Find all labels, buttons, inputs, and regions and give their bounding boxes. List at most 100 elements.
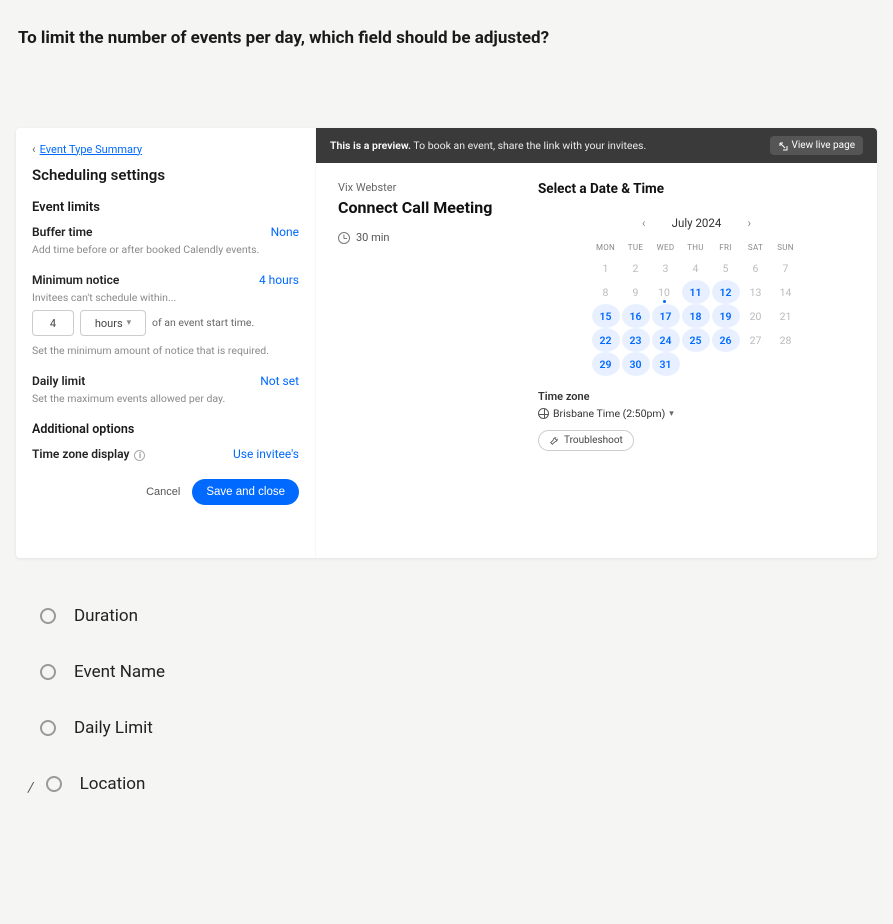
minimum-notice-label: Minimum notice <box>32 273 119 287</box>
radio-icon[interactable] <box>40 664 56 680</box>
dow-cell: SAT <box>742 243 770 252</box>
calendar-day[interactable]: 17 <box>652 304 680 328</box>
notice-after-text: of an event start time. <box>152 317 254 330</box>
cancel-button[interactable]: Cancel <box>146 486 180 498</box>
preview-message: This is a preview. To book an event, sha… <box>330 139 646 152</box>
timezone-display-row[interactable]: Time zone display i Use invitee's <box>32 447 299 461</box>
prev-month-button[interactable]: ‹ <box>634 213 654 233</box>
view-live-button[interactable]: View live page <box>770 136 864 155</box>
chevron-down-icon: ▾ <box>127 318 132 328</box>
calendar-day[interactable]: 30 <box>622 352 650 376</box>
day-of-week-header: MONTUEWEDTHUFRISATSUN <box>592 243 802 252</box>
troubleshoot-button[interactable]: Troubleshoot <box>538 430 634 451</box>
date-panel: Select a Date & Time ‹ July 2024 › MONTU… <box>538 181 855 542</box>
calendar-week: 22232425262728 <box>592 328 802 352</box>
option-label: Location <box>80 774 146 794</box>
answer-options: Duration Event Name Daily Limit / Locati… <box>30 588 873 812</box>
question-text: To limit the number of events per day, w… <box>0 0 893 58</box>
buffer-time-row[interactable]: Buffer time None <box>32 225 299 239</box>
calendar-day: 27 <box>742 328 770 352</box>
additional-options-heading: Additional options <box>32 422 299 437</box>
buffer-time-label: Buffer time <box>32 225 93 239</box>
calendar-day[interactable]: 15 <box>592 304 620 328</box>
timezone-select[interactable]: Brisbane Time (2:50pm) ▾ <box>538 407 855 420</box>
option-daily-limit[interactable]: Daily Limit <box>30 700 873 756</box>
meeting-duration: 30 min <box>338 231 538 244</box>
calendar-day[interactable]: 29 <box>592 352 620 376</box>
cursor-caret: / <box>28 780 34 796</box>
calendar-day[interactable]: 12 <box>712 280 740 304</box>
calendar-day[interactable]: 25 <box>682 328 710 352</box>
calendar-day: 10 <box>652 280 680 304</box>
button-row: Cancel Save and close <box>32 479 299 505</box>
option-label: Duration <box>74 606 138 626</box>
calendar-day[interactable]: 31 <box>652 352 680 376</box>
calendar-day: 6 <box>742 256 770 280</box>
calendar-day[interactable]: 18 <box>682 304 710 328</box>
calendar-day: 20 <box>742 304 770 328</box>
buffer-time-desc: Add time before or after booked Calendly… <box>32 243 299 257</box>
calendar-day: 2 <box>622 256 650 280</box>
timezone-display-value[interactable]: Use invitee's <box>233 447 299 461</box>
option-label: Daily Limit <box>74 718 153 738</box>
external-link-icon <box>778 141 788 151</box>
host-name: Vix Webster <box>338 181 538 194</box>
calendar-day[interactable]: 26 <box>712 328 740 352</box>
preview-column: This is a preview. To book an event, sha… <box>316 128 877 558</box>
dow-cell: WED <box>652 243 680 252</box>
clock-icon <box>338 232 350 244</box>
calendar-day[interactable]: 24 <box>652 328 680 352</box>
radio-icon[interactable] <box>40 608 56 624</box>
chevron-left-icon: ‹ <box>32 142 36 156</box>
settings-column: ‹ Event Type Summary Scheduling settings… <box>16 128 316 558</box>
daily-limit-row[interactable]: Daily limit Not set <box>32 374 299 388</box>
timezone-display-label: Time zone display i <box>32 447 145 461</box>
meeting-info: Vix Webster Connect Call Meeting 30 min <box>338 181 538 542</box>
calendar-day[interactable]: 16 <box>622 304 650 328</box>
timezone-block: Time zone Brisbane Time (2:50pm) ▾ Troub… <box>538 390 855 451</box>
calendar-day: 13 <box>742 280 770 304</box>
radio-icon[interactable] <box>46 776 62 792</box>
calendar-week: 1234567 <box>592 256 802 280</box>
current-month: July 2024 <box>672 216 722 230</box>
daily-limit-value[interactable]: Not set <box>260 374 299 388</box>
calendar-day: 28 <box>772 328 800 352</box>
calendar-day: 4 <box>682 256 710 280</box>
event-limits-heading: Event limits <box>32 200 299 215</box>
calendar-day[interactable]: 22 <box>592 328 620 352</box>
dow-cell: THU <box>682 243 710 252</box>
option-duration[interactable]: Duration <box>30 588 873 644</box>
preview-bar: This is a preview. To book an event, sha… <box>316 128 877 163</box>
save-button[interactable]: Save and close <box>192 479 299 505</box>
calendar-day[interactable]: 19 <box>712 304 740 328</box>
next-month-button[interactable]: › <box>739 213 759 233</box>
daily-limit-desc: Set the maximum events allowed per day. <box>32 392 299 406</box>
dow-cell: MON <box>592 243 620 252</box>
calendar-day: 3 <box>652 256 680 280</box>
select-date-heading: Select a Date & Time <box>538 181 855 197</box>
info-icon: i <box>134 450 145 461</box>
calendar-day: 21 <box>772 304 800 328</box>
calendar-day[interactable]: 11 <box>682 280 710 304</box>
option-event-name[interactable]: Event Name <box>30 644 873 700</box>
breadcrumb-link[interactable]: Event Type Summary <box>40 143 142 156</box>
calendar-day: 1 <box>592 256 620 280</box>
calendar-day <box>772 352 800 376</box>
notice-amount-input[interactable]: 4 <box>32 310 74 336</box>
minimum-notice-row[interactable]: Minimum notice 4 hours <box>32 273 299 287</box>
calendar-day[interactable]: 23 <box>622 328 650 352</box>
option-location[interactable]: / Location <box>30 756 873 812</box>
minimum-notice-controls: 4 hours ▾ of an event start time. <box>32 310 299 336</box>
chevron-down-icon: ▾ <box>669 409 674 419</box>
breadcrumb[interactable]: ‹ Event Type Summary <box>32 142 299 156</box>
dow-cell: TUE <box>622 243 650 252</box>
page-title: Scheduling settings <box>32 166 299 184</box>
screenshot-panel: ‹ Event Type Summary Scheduling settings… <box>16 128 877 558</box>
buffer-time-value[interactable]: None <box>271 225 299 239</box>
notice-unit-select[interactable]: hours ▾ <box>80 310 146 336</box>
minimum-notice-desc: Set the minimum amount of notice that is… <box>32 344 299 358</box>
minimum-notice-value[interactable]: 4 hours <box>259 273 299 287</box>
radio-icon[interactable] <box>40 720 56 736</box>
calendar-day: 5 <box>712 256 740 280</box>
calendar-day: 7 <box>772 256 800 280</box>
